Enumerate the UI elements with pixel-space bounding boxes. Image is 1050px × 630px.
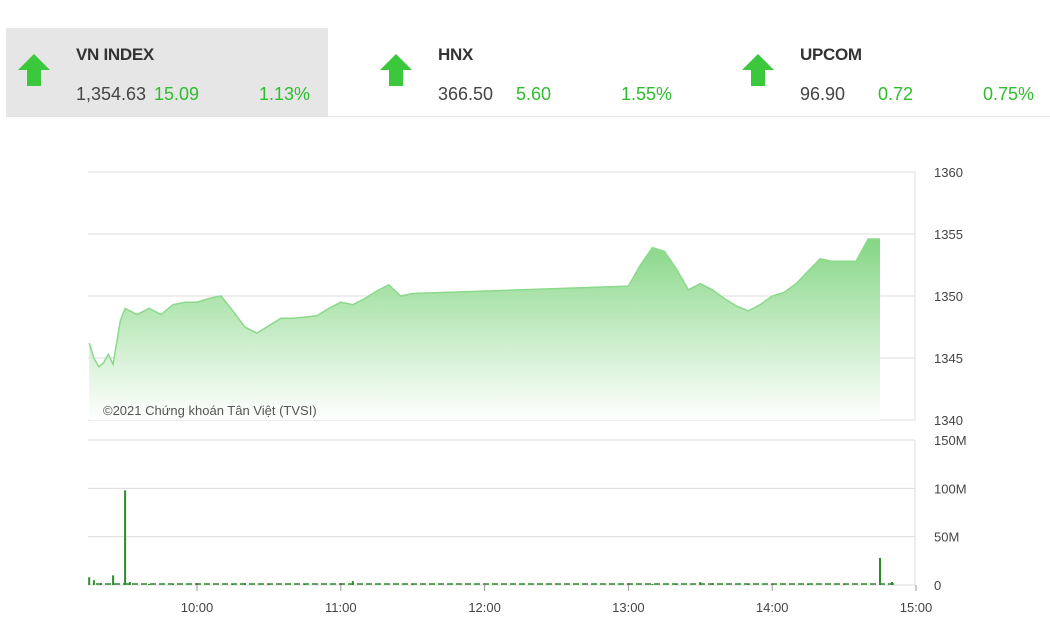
intraday-chart: ©2021 Chứng khoán Tân Việt (TVSI) 136013… xyxy=(88,165,967,615)
price-tick-label: 1355 xyxy=(934,227,963,242)
volume-bar xyxy=(88,577,91,585)
time-tick-label: 15:00 xyxy=(900,600,933,615)
time-tick-label: 11:00 xyxy=(325,600,357,615)
volume-bar xyxy=(879,557,881,585)
volume-axis-labels: 150M 100M 50M 0 xyxy=(934,433,967,593)
volume-bars xyxy=(88,490,895,585)
volume-bar xyxy=(112,575,115,585)
volume-tick-label: 50M xyxy=(934,530,959,545)
price-tick-label: 1340 xyxy=(934,413,963,428)
time-axis-labels: 10:00 11:00 12:00 13:00 14:00 15:00 xyxy=(181,585,933,615)
price-tick-label: 1350 xyxy=(934,289,963,304)
price-axis-labels: 1360 1355 1350 1345 1340 xyxy=(934,165,963,428)
volume-bar xyxy=(92,580,95,585)
price-tick-label: 1360 xyxy=(934,165,963,180)
volume-bar xyxy=(128,582,131,585)
volume-bar xyxy=(148,584,151,585)
copyright-watermark: ©2021 Chứng khoán Tân Việt (TVSI) xyxy=(103,403,317,418)
time-tick-label: 14:00 xyxy=(756,600,789,615)
price-area xyxy=(89,239,880,420)
time-tick-label: 10:00 xyxy=(181,600,214,615)
volume-tick-label: 100M xyxy=(934,481,967,496)
time-tick-label: 13:00 xyxy=(612,600,645,615)
volume-tick-label: 150M xyxy=(934,433,967,448)
volume-bar xyxy=(651,584,654,585)
volume-tick-label: 0 xyxy=(934,578,941,593)
time-tick-label: 12:00 xyxy=(468,600,501,615)
volume-bar xyxy=(124,490,127,585)
price-tick-label: 1345 xyxy=(934,351,963,366)
